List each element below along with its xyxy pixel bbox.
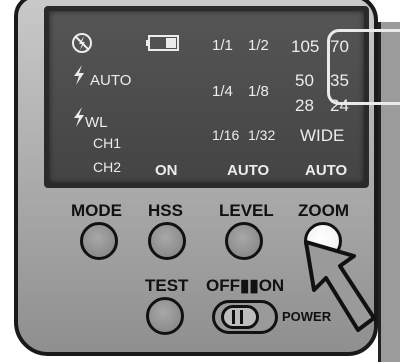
pointer-arrow-icon xyxy=(304,240,376,332)
zoom-wide: WIDE xyxy=(300,126,345,145)
channel-2: CH2 xyxy=(93,159,122,175)
zoom-28: 28 xyxy=(295,96,314,115)
hss-button[interactable] xyxy=(148,222,186,260)
lcd-panel: 1/1 1/2 105 70 AUTO 1/4 1/8 50 35 WL 28 … xyxy=(44,6,400,188)
ratio-1-16: 1/16 xyxy=(212,127,240,143)
hss-label: HSS xyxy=(148,201,183,220)
zoom-105: 105 xyxy=(291,37,320,56)
zoom-label: ZOOM xyxy=(298,201,349,220)
no-flash-icon xyxy=(72,33,92,53)
hss-value: ON xyxy=(155,162,178,179)
ratio-1-32: 1/32 xyxy=(248,127,276,143)
power-switch-label: OFF▮▮ON xyxy=(206,276,285,295)
test-label: TEST xyxy=(145,276,189,295)
ratio-1-1: 1/1 xyxy=(212,37,233,54)
mode-label: MODE xyxy=(71,201,122,220)
flash-mode-wl: WL xyxy=(85,114,108,131)
test-button[interactable] xyxy=(146,297,184,335)
channel-1: CH1 xyxy=(93,135,122,151)
level-button[interactable] xyxy=(225,222,263,260)
zoom-selection-box xyxy=(327,29,400,105)
ratio-1-2: 1/2 xyxy=(248,37,269,54)
battery-icon xyxy=(146,35,179,51)
level-value: AUTO xyxy=(227,162,270,179)
zoom-value: AUTO xyxy=(305,162,348,179)
power-switch[interactable] xyxy=(212,300,278,334)
ratio-1-8: 1/8 xyxy=(248,83,269,100)
flash-mode-auto: AUTO xyxy=(90,72,132,89)
zoom-50: 50 xyxy=(295,71,314,90)
flash-unit-panel: 1/1 1/2 105 70 AUTO 1/4 1/8 50 35 WL 28 … xyxy=(0,0,400,362)
mode-button[interactable] xyxy=(80,222,118,260)
level-label: LEVEL xyxy=(219,201,274,220)
power-switch-knob xyxy=(221,305,259,329)
ratio-1-4: 1/4 xyxy=(212,83,233,100)
flash-auto-icon xyxy=(74,65,84,85)
